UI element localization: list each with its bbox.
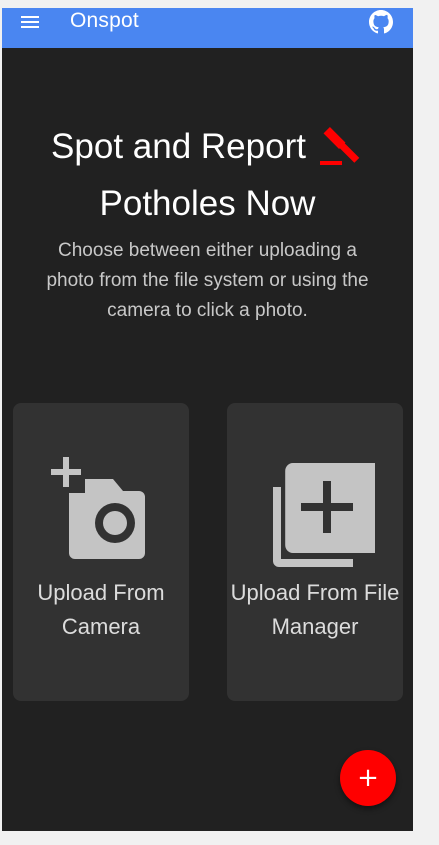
github-icon	[369, 10, 393, 34]
app-screen: Onspot Spot and Report Potholes Now Choo…	[2, 8, 413, 831]
menu-icon	[21, 16, 39, 28]
hero: Spot and Report Potholes Now	[2, 116, 413, 232]
hero-description: Choose between either uploading a photo …	[46, 240, 369, 321]
gavel-icon	[319, 126, 360, 165]
menu-button[interactable]	[18, 10, 42, 34]
add-fab-button[interactable]: +	[340, 750, 396, 806]
hero-title: Spot and Report Potholes Now	[2, 116, 413, 232]
card-icon-wrap	[13, 453, 189, 573]
hero-title-line1: Spot and Report	[51, 127, 306, 167]
app-title: Onspot	[70, 9, 139, 32]
upload-from-file-manager-label: Upload From File Manager	[230, 580, 400, 639]
upload-from-camera-label: Upload From Camera	[37, 580, 165, 639]
hero-title-line2: Potholes Now	[99, 184, 316, 224]
github-link[interactable]	[369, 10, 393, 34]
app-bar: Onspot	[2, 8, 413, 48]
add-a-photo-icon	[51, 457, 145, 559]
card-icon-wrap	[227, 453, 403, 573]
upload-from-file-manager-card[interactable]: Upload From File Manager	[227, 403, 403, 701]
upload-from-camera-card[interactable]: Upload From Camera	[13, 403, 189, 701]
add-to-photos-icon	[273, 463, 375, 567]
